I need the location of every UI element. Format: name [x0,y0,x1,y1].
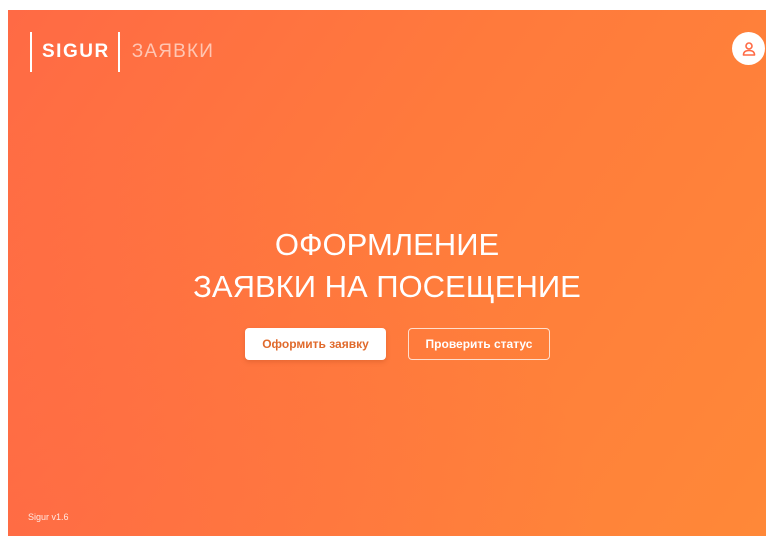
logo-left-bar [30,32,32,72]
logo-divider [117,32,120,72]
check-status-button[interactable]: Проверить статус [408,328,550,360]
user-icon [742,41,755,56]
logo-brand: SIGUR [42,41,110,62]
submit-request-button[interactable]: Оформить заявку [245,328,386,360]
hero-title: ОФОРМЛЕНИЕ ЗАЯВКИ НА ПОСЕЩЕНИЕ [8,224,766,308]
hero-title-line-1: ОФОРМЛЕНИЕ [274,227,500,262]
logo-module-name: ЗАЯВКИ [131,41,215,62]
app-logo[interactable]: SIGUR ЗАЯВКИ [30,32,214,72]
version-label: Sigur v1.6 [28,512,69,522]
app-background: SIGUR ЗАЯВКИ ОФОРМЛЕНИЕ ЗАЯВКИ НА ПОСЕЩЕ… [8,10,766,536]
hero-title-line-2: ЗАЯВКИ НА ПОСЕЩЕНИЕ [193,269,581,304]
profile-button[interactable] [732,32,765,65]
